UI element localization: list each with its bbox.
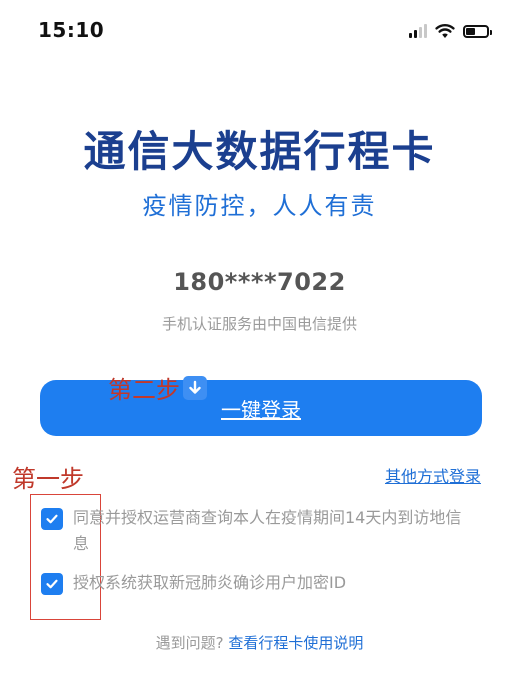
battery-icon xyxy=(463,24,492,38)
consent-checkbox-encrypted-id[interactable] xyxy=(41,573,63,595)
other-login-methods-link[interactable]: 其他方式登录 xyxy=(385,463,481,487)
login-button-label: 一键登录 xyxy=(221,397,301,422)
checkmark-icon xyxy=(46,514,58,524)
checkmark-icon xyxy=(46,579,58,589)
usage-guide-link[interactable]: 查看行程卡使用说明 xyxy=(228,634,363,652)
wifi-icon xyxy=(435,24,455,38)
status-time: 15:10 xyxy=(38,18,105,42)
one-click-login-button[interactable]: 一键登录 xyxy=(40,380,482,436)
app-subtitle: 疫情防控，人人有责 xyxy=(142,192,377,220)
cellular-signal-icon xyxy=(409,24,427,38)
consent-text-encrypted-id: 授权系统获取新冠肺炎确诊用户加密ID xyxy=(73,573,347,592)
consent-text-travel-info: 同意并授权运营商查询本人在疫情期间14天内到访地信息 xyxy=(73,508,462,553)
step-two-label: 第二步 xyxy=(108,376,180,404)
help-row: 遇到问题? 查看行程卡使用说明 xyxy=(0,632,519,653)
help-question: 遇到问题? xyxy=(155,634,224,652)
app-title: 通信大数据行程卡 xyxy=(83,127,436,176)
step-two-annotation: 第二步 xyxy=(108,370,207,405)
provider-note: 手机认证服务由中国电信提供 xyxy=(161,315,357,333)
masked-phone-number: 180****7022 xyxy=(173,268,346,296)
arrow-down-icon xyxy=(183,375,207,400)
step-one-label: 第一步 xyxy=(12,465,84,493)
status-icons xyxy=(409,20,492,42)
consent-checkbox-travel-info[interactable] xyxy=(41,508,63,530)
